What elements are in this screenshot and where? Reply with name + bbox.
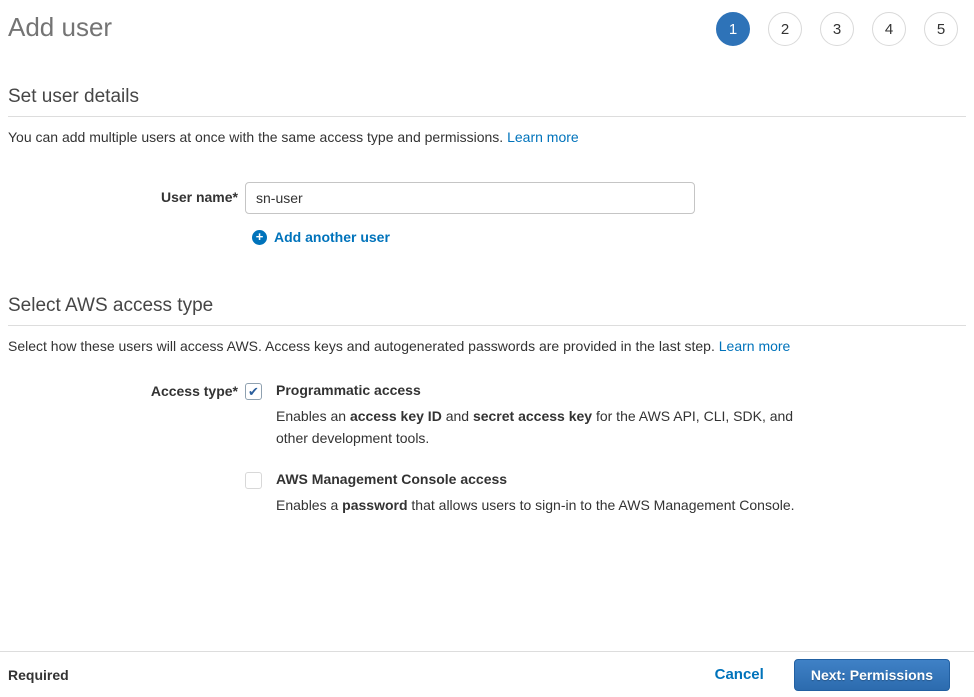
set-user-details-heading: Set user details	[8, 86, 966, 117]
desc-bold: secret access key	[473, 408, 592, 424]
step-indicator: 1 2 3 4 5	[716, 12, 958, 46]
footer-actions: Cancel Next: Permissions	[715, 659, 950, 691]
desc-text: Enables a	[276, 497, 342, 513]
programmatic-access-title[interactable]: Programmatic access	[276, 382, 806, 398]
console-access-description: Enables a password that allows users to …	[276, 494, 795, 516]
access-type-intro: Select how these users will access AWS. …	[8, 338, 966, 354]
console-access-option: AWS Management Console access Enables a …	[245, 471, 806, 516]
step-number: 2	[781, 21, 789, 38]
add-icon: +	[252, 230, 267, 245]
select-access-type-heading: Select AWS access type	[8, 295, 966, 326]
desc-bold: access key ID	[350, 408, 442, 424]
page-header: Add user 1 2 3 4 5	[8, 12, 966, 46]
desc-text: that allows users to sign-in to the AWS …	[408, 497, 795, 513]
step-number: 4	[885, 21, 893, 38]
add-another-user-row[interactable]: + Add another user	[252, 229, 966, 245]
user-name-label: User name*	[8, 182, 245, 205]
programmatic-access-text: Programmatic access Enables an access ke…	[276, 382, 806, 449]
wizard-footer: Required Cancel Next: Permissions	[0, 651, 974, 697]
next-permissions-button[interactable]: Next: Permissions	[794, 659, 950, 691]
step-number: 1	[729, 21, 737, 38]
step-circle-5: 5	[924, 12, 958, 46]
access-type-options: ✔ Programmatic access Enables an access …	[245, 382, 806, 516]
programmatic-access-description: Enables an access key ID and secret acce…	[276, 405, 806, 449]
access-type-label: Access type*	[8, 382, 245, 399]
programmatic-access-option: ✔ Programmatic access Enables an access …	[245, 382, 806, 449]
page-title: Add user	[8, 12, 112, 42]
programmatic-access-checkbox[interactable]: ✔	[245, 383, 262, 400]
learn-more-link-user-details[interactable]: Learn more	[507, 129, 579, 145]
console-access-checkbox[interactable]	[245, 472, 262, 489]
console-access-title[interactable]: AWS Management Console access	[276, 471, 795, 487]
desc-text: Enables an	[276, 408, 350, 424]
step-circle-2: 2	[768, 12, 802, 46]
desc-bold: password	[342, 497, 407, 513]
user-name-input[interactable]	[245, 182, 695, 214]
check-icon: ✔	[248, 385, 259, 398]
user-details-intro-text: You can add multiple users at once with …	[8, 129, 503, 145]
user-details-intro: You can add multiple users at once with …	[8, 129, 966, 145]
access-type-row: Access type* ✔ Programmatic access Enabl…	[8, 382, 966, 516]
step-number: 3	[833, 21, 841, 38]
desc-text: and	[442, 408, 473, 424]
step-number: 5	[937, 21, 945, 38]
add-another-user-link[interactable]: Add another user	[274, 229, 390, 245]
step-circle-3: 3	[820, 12, 854, 46]
console-access-text: AWS Management Console access Enables a …	[276, 471, 795, 516]
step-circle-1: 1	[716, 12, 750, 46]
required-note: Required	[8, 667, 69, 683]
step-circle-4: 4	[872, 12, 906, 46]
cancel-link[interactable]: Cancel	[715, 666, 764, 683]
add-user-page: Add user 1 2 3 4 5 Set user details You …	[0, 0, 974, 651]
access-type-intro-text: Select how these users will access AWS. …	[8, 338, 715, 354]
user-name-row: User name*	[8, 182, 966, 214]
learn-more-link-access-type[interactable]: Learn more	[719, 338, 791, 354]
